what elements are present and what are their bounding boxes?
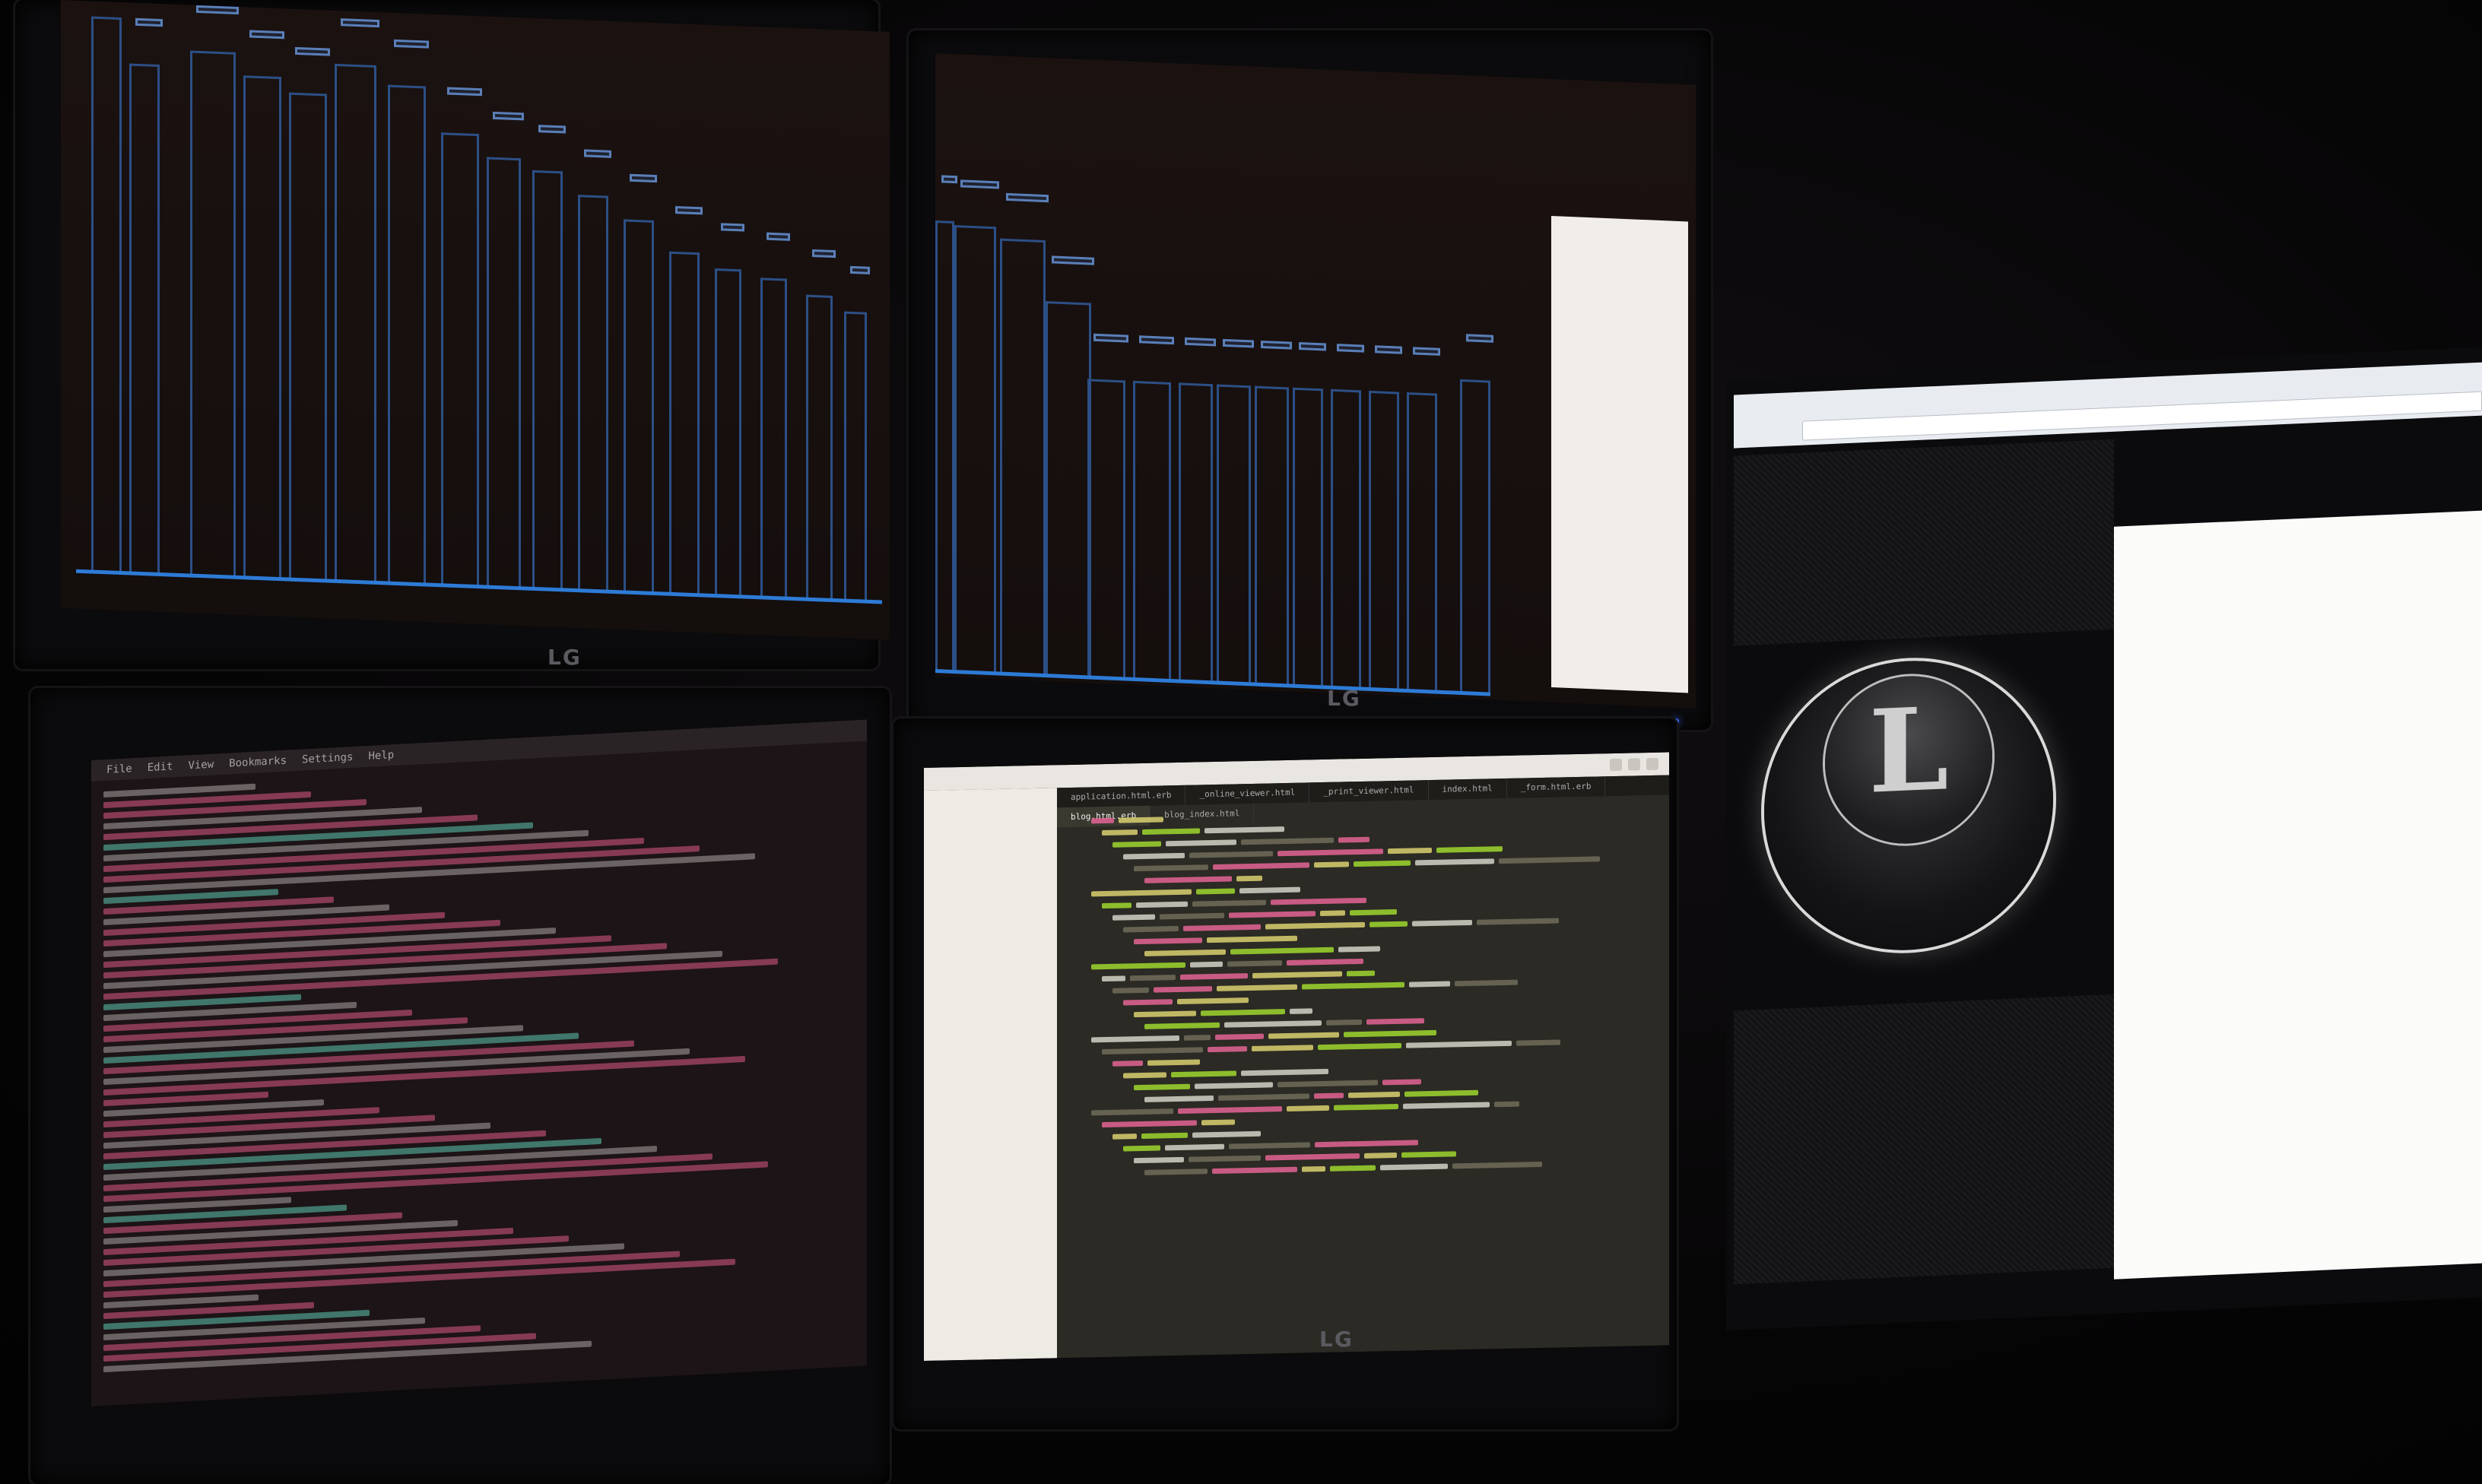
chart-bar xyxy=(1407,392,1437,690)
chart-bar-cap xyxy=(295,46,330,56)
monitor-top-center: LG xyxy=(909,30,1711,730)
chart-bar xyxy=(487,157,521,588)
chart-bar xyxy=(1217,384,1251,683)
chart-bar xyxy=(129,63,160,574)
logo-badge: L xyxy=(1825,672,1992,848)
chart-bar xyxy=(844,311,867,601)
chart-bar-cap xyxy=(630,173,657,183)
chart-bar-cap xyxy=(850,265,870,274)
chart-bar-cap xyxy=(196,5,239,14)
chart-bar xyxy=(1293,387,1323,686)
browser-tab[interactable] xyxy=(1741,392,1898,400)
terminal-menu-item[interactable]: Help xyxy=(368,749,394,763)
chart-bar-cap xyxy=(1375,345,1402,354)
editor-sidebar xyxy=(924,788,1057,1361)
chart-bar-cap xyxy=(584,149,611,158)
code-view xyxy=(1084,803,1646,1180)
speaker-grille-bottom xyxy=(1734,994,2114,1285)
monitor-top-left: LG xyxy=(15,0,890,698)
chart-bar-cap xyxy=(812,249,836,258)
chart-bar xyxy=(1046,301,1091,676)
chart-bar xyxy=(578,195,608,591)
chart-bar xyxy=(715,268,741,597)
terminal-menu-item[interactable]: Settings xyxy=(302,751,353,766)
chart-bar xyxy=(289,92,327,581)
chart-bar xyxy=(954,225,996,672)
chart-bar xyxy=(1369,390,1399,689)
lg-logo: LG xyxy=(1319,1327,1354,1352)
chart-bar-cap xyxy=(1261,340,1292,350)
logo-letter: L xyxy=(1868,682,1949,820)
chart-bar-cap xyxy=(538,125,566,134)
web-page-content xyxy=(2114,510,2482,1279)
editor-tab[interactable]: _print_viewer.html xyxy=(1309,780,1429,803)
editor-tab[interactable]: index.html xyxy=(1428,778,1507,801)
chart-bar xyxy=(1000,238,1046,674)
code-editor-window: application.html.erb _online_viewer.html _… xyxy=(924,752,1669,1361)
chart-bar-cap xyxy=(675,206,703,215)
chart-bar-cap xyxy=(1185,337,1216,347)
chart-bar xyxy=(1179,382,1213,681)
chart-bar xyxy=(935,220,954,671)
browser-chrome xyxy=(1734,362,2482,449)
speaker-grille-top xyxy=(1734,439,2114,646)
chart-bar-cap xyxy=(394,39,429,49)
chart-bar-cap xyxy=(1466,334,1493,343)
chart-bar xyxy=(190,50,236,577)
chart-bar xyxy=(760,277,787,598)
chart-bar xyxy=(441,132,479,587)
site-logo: L xyxy=(1764,655,2053,956)
chart-bar-cap xyxy=(447,87,482,97)
chart-bar xyxy=(335,63,376,582)
lg-logo: LG xyxy=(548,645,582,670)
chart-bar-cap xyxy=(1139,335,1174,345)
chart-bar xyxy=(1331,388,1361,687)
chart-bar xyxy=(1255,385,1289,684)
chart-bar xyxy=(91,16,122,573)
minimize-button[interactable] xyxy=(1610,758,1622,772)
chart-bar-cap xyxy=(766,232,790,241)
chart-screen-center xyxy=(935,53,1696,709)
terminal-menu-item[interactable]: Bookmarks xyxy=(229,755,287,770)
chart-bar xyxy=(388,84,426,585)
chart-bar-cap xyxy=(1093,333,1128,343)
side-panel xyxy=(1551,215,1688,693)
chart-bar xyxy=(1087,379,1125,677)
chart-bar xyxy=(532,170,563,590)
chart-bar xyxy=(1460,379,1490,693)
chart-bar-cap xyxy=(341,18,379,28)
maximize-button[interactable] xyxy=(1628,758,1640,771)
terminal-log xyxy=(103,750,859,1375)
chart-bar xyxy=(1133,380,1171,679)
chart-bar xyxy=(669,251,700,595)
address-bar[interactable] xyxy=(1802,391,2482,441)
terminal-menu-item[interactable]: File xyxy=(106,763,132,776)
monitor-bottom-center: application.html.erb _online_viewer.html _… xyxy=(893,718,1677,1429)
chart-bar-cap xyxy=(1223,338,1254,348)
chart-bar-cap xyxy=(135,17,163,27)
monitor-bottom-left: File Edit View Bookmarks Settings Help xyxy=(30,688,890,1484)
chart-bar-cap xyxy=(960,179,999,189)
chart-bar-cap xyxy=(493,111,524,121)
chart-bar-cap xyxy=(249,30,284,40)
tv-right: L xyxy=(1726,347,2482,1330)
lg-logo: LG xyxy=(1327,686,1361,711)
terminal-menu-item[interactable]: Edit xyxy=(148,760,173,774)
editor-tab[interactable]: application.html.erb xyxy=(1057,785,1186,808)
chart-bar-cap xyxy=(1337,344,1364,353)
editor-tab[interactable]: _online_viewer.html xyxy=(1185,782,1310,805)
chart-bar-cap xyxy=(1413,347,1440,356)
chart-bar xyxy=(624,219,654,593)
terminal-menu-item[interactable]: View xyxy=(188,759,214,772)
terminal-window: File Edit View Bookmarks Settings Help xyxy=(91,719,867,1406)
chart-bar xyxy=(806,294,833,600)
editor-tab[interactable]: _form.html.erb xyxy=(1506,776,1606,798)
chart-bar-cap xyxy=(1299,342,1326,351)
chart-screen-left xyxy=(61,0,890,640)
chart-bar xyxy=(243,75,281,579)
chart-bar-cap xyxy=(941,175,957,184)
chart-bar-cap xyxy=(721,223,744,232)
desk-photo-scene: LG LG File Edit View Bookmarks Settings Help xyxy=(0,0,2482,1484)
close-button[interactable] xyxy=(1646,757,1658,771)
